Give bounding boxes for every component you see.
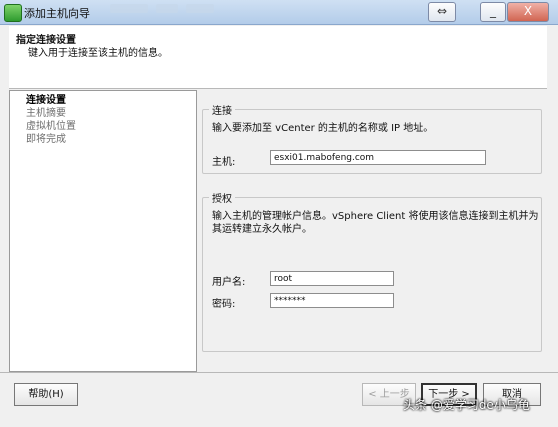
- background-tab: [186, 4, 214, 13]
- username-label: 用户名:: [212, 277, 246, 288]
- background-tab: [110, 4, 148, 13]
- minimize-button[interactable]: _: [480, 2, 506, 22]
- window-title: 添加主机向导: [24, 7, 90, 20]
- authorization-legend: 授权: [212, 194, 232, 205]
- window-titlebar: 添加主机向导 ⇔ _ X: [0, 0, 558, 25]
- background-tab: [156, 4, 178, 13]
- wizard-steps: 连接设置 主机摘要 虚拟机位置 即将完成: [9, 90, 197, 372]
- background-tabs: [110, 4, 214, 13]
- footer-divider: [0, 372, 558, 373]
- help-button[interactable]: 帮助(H): [14, 383, 78, 406]
- step-connection-settings[interactable]: 连接设置: [26, 95, 66, 107]
- page-subtitle: 键入用于连接至该主机的信息。: [28, 48, 168, 59]
- restore-button[interactable]: ⇔: [428, 2, 456, 22]
- connection-legend: 连接: [212, 106, 232, 117]
- password-label: 密码:: [212, 299, 236, 310]
- password-input[interactable]: *******: [270, 293, 394, 308]
- step-ready-to-complete: 即将完成: [26, 134, 66, 145]
- connection-description: 输入要添加至 vCenter 的主机的名称或 IP 地址。: [212, 123, 434, 134]
- username-input[interactable]: root: [270, 271, 394, 286]
- step-vm-location: 虚拟机位置: [26, 121, 76, 132]
- app-icon: [4, 4, 22, 22]
- authorization-description-line1: 输入主机的管理帐户信息。vSphere Client 将使用该信息连接到主机并为: [212, 211, 539, 222]
- close-button[interactable]: X: [507, 2, 549, 22]
- host-label: 主机:: [212, 157, 236, 168]
- step-host-summary: 主机摘要: [26, 108, 66, 119]
- wizard-header: 指定连接设置 键入用于连接至该主机的信息。: [9, 26, 547, 89]
- watermark: 头条 @爱学习de小乌龟: [403, 398, 530, 412]
- host-input[interactable]: esxi01.mabofeng.com: [270, 150, 486, 165]
- authorization-description-line2: 其运转建立永久帐户。: [212, 224, 312, 235]
